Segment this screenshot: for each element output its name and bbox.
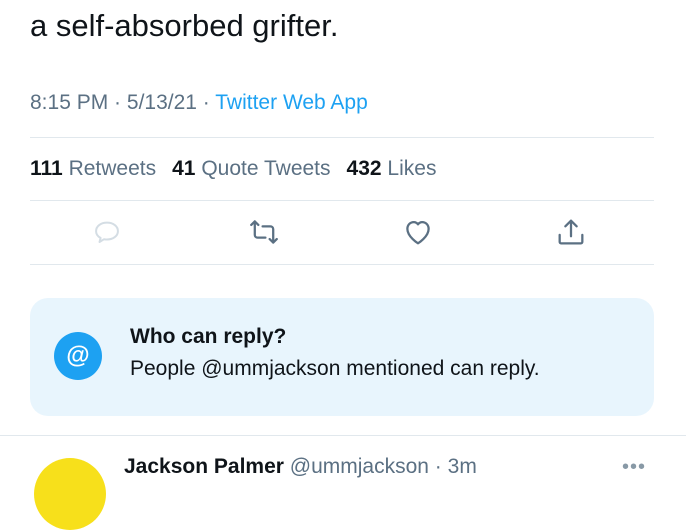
- retweet-icon: [247, 215, 281, 254]
- retweets-count: 111: [30, 157, 63, 180]
- divider: [30, 200, 654, 201]
- avatar[interactable]: [34, 458, 106, 530]
- share-icon: [554, 215, 588, 254]
- author-name[interactable]: Jackson Palmer: [124, 455, 284, 478]
- meta-separator: ·: [196, 91, 216, 114]
- heart-icon: [401, 215, 435, 254]
- action-bar: [0, 216, 686, 256]
- divider: [30, 137, 654, 138]
- quote-tweets-count: 41: [172, 157, 196, 180]
- quote-tweets-label: Quote Tweets: [201, 157, 331, 180]
- tweet-source-link[interactable]: Twitter Web App: [215, 91, 368, 114]
- reply-icon: [91, 216, 123, 253]
- quote-tweets-stat[interactable]: 41 Quote Tweets: [172, 157, 330, 180]
- retweet-button[interactable]: [246, 216, 282, 252]
- reply-tweet[interactable]: Jackson Palmer @ummjackson · 3m •••: [0, 436, 686, 530]
- tweet-stats: 111 Retweets 41 Quote Tweets 432 Likes: [30, 154, 452, 184]
- header-separator: ·: [428, 455, 448, 478]
- more-options-icon[interactable]: •••: [622, 456, 646, 479]
- like-button[interactable]: [400, 216, 436, 252]
- tweet-date[interactable]: 5/13/21: [127, 91, 197, 114]
- likes-count: 432: [346, 157, 382, 180]
- share-button[interactable]: [553, 216, 589, 252]
- who-can-reply-description: People @ummjackson mentioned can reply.: [130, 357, 540, 380]
- tweet-text: a self-absorbed grifter.: [30, 8, 339, 43]
- tweet-metadata: 8:15 PM · 5/13/21 · Twitter Web App: [30, 88, 368, 118]
- who-can-reply-title: Who can reply?: [130, 325, 287, 348]
- at-mention-icon: @: [54, 332, 102, 380]
- divider: [30, 264, 654, 265]
- likes-stat[interactable]: 432 Likes: [347, 157, 437, 180]
- retweets-label: Retweets: [68, 157, 157, 180]
- tweet-time[interactable]: 8:15 PM: [30, 91, 108, 114]
- reply-time[interactable]: 3m: [448, 455, 477, 478]
- meta-separator: ·: [108, 91, 127, 114]
- reply-button[interactable]: [89, 216, 125, 252]
- retweets-stat[interactable]: 111 Retweets: [30, 157, 156, 180]
- author-handle[interactable]: @ummjackson: [290, 455, 429, 478]
- reply-tweet-header: Jackson Palmer @ummjackson · 3m: [124, 454, 477, 480]
- likes-label: Likes: [387, 157, 437, 180]
- who-can-reply-card: @ Who can reply? People @ummjackson ment…: [30, 298, 654, 416]
